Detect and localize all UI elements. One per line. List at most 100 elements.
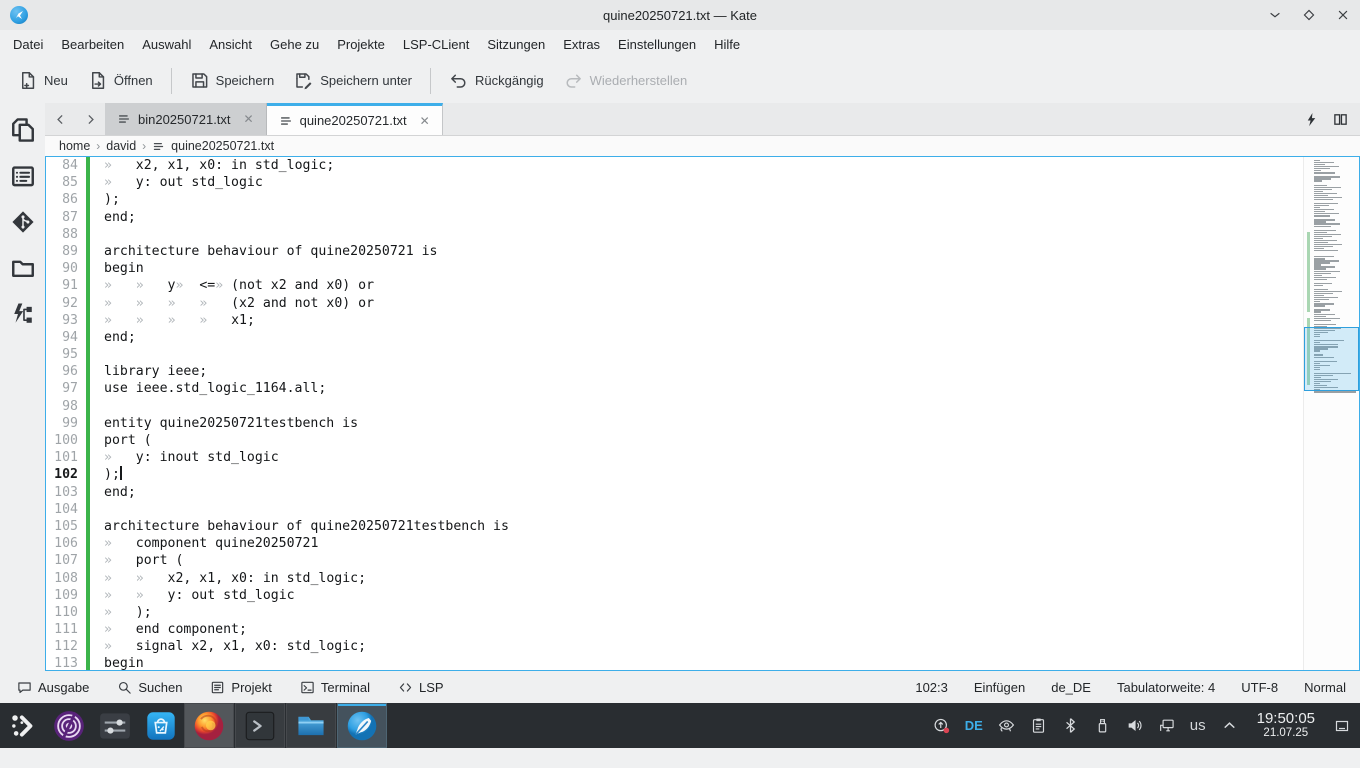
editor-line[interactable]: 104 [46,501,1303,518]
tab-bin20250721-txt[interactable]: bin20250721.txt✕ [105,103,267,135]
quick-open-icon[interactable] [1304,112,1319,127]
edit-mode[interactable]: Normal [1304,680,1346,695]
editor-line[interactable]: 109» » y: out std_logic [46,587,1303,604]
breadcrumb-segment-david[interactable]: david [106,139,136,153]
symbols-icon[interactable] [10,301,36,327]
system-settings-icon[interactable] [92,703,138,748]
tor-browser-icon[interactable] [46,703,92,748]
tab-quine20250721-txt[interactable]: quine20250721.txt✕ [267,103,443,135]
menu-item-ansicht[interactable]: Ansicht [200,33,261,56]
menu-item-auswahl[interactable]: Auswahl [133,33,200,56]
menu-item-hilfe[interactable]: Hilfe [705,33,749,56]
dolphin-task[interactable] [286,703,336,748]
chevron-up-icon[interactable] [1221,717,1238,734]
tab-scroll-right-icon[interactable] [75,103,105,135]
file-list-icon[interactable] [10,163,36,189]
editor-line[interactable]: 85» y: out std_logic [46,174,1303,191]
bluetooth-icon[interactable] [1062,717,1079,734]
speichern-unter-button[interactable]: Speichern unter [284,65,422,96]
minimap-viewport[interactable] [1304,327,1359,391]
editor-line[interactable]: 96library ieee; [46,363,1303,380]
breadcrumb-segment-home[interactable]: home [59,139,90,153]
editor-line[interactable]: 93» » » » x1; [46,312,1303,329]
toolview-ausgabe-button[interactable]: Ausgabe [8,676,98,699]
usb-device-icon[interactable] [1094,717,1111,734]
menu-item-datei[interactable]: Datei [4,33,52,56]
menu-item-extras[interactable]: Extras [554,33,609,56]
input-mode[interactable]: Einfügen [974,680,1025,695]
tab-close-icon[interactable]: ✕ [420,114,430,128]
editor-line[interactable]: 92» » » » (x2 and not x0) or [46,295,1303,312]
editor-line[interactable]: 107» port ( [46,552,1303,569]
menu-item-lsp-client[interactable]: LSP-CLient [394,33,478,56]
menu-item-bearbeiten[interactable]: Bearbeiten [52,33,133,56]
show-desktop-icon[interactable] [1334,718,1350,734]
maximize-icon[interactable] [1302,8,1316,22]
close-icon[interactable] [1336,8,1350,22]
rückgängig-button[interactable]: Rückgängig [439,65,554,96]
menu-item-projekte[interactable]: Projekte [328,33,394,56]
clipboard-icon[interactable] [1030,717,1047,734]
editor-line[interactable]: 111» end component; [46,621,1303,638]
editor-view[interactable]: 84» x2, x1, x0: in std_logic;85» y: out … [45,156,1360,671]
editor-line[interactable]: 88 [46,226,1303,243]
editor-line[interactable]: 99entity quine20250721testbench is [46,415,1303,432]
editor-line[interactable]: 86); [46,191,1303,208]
layout-badge[interactable]: DE [965,718,983,733]
cursor-position[interactable]: 102:3 [915,680,948,695]
minimize-icon[interactable] [1268,8,1282,22]
menu-item-gehe-zu[interactable]: Gehe zu [261,33,328,56]
folder-icon[interactable] [10,255,36,281]
documents-icon[interactable] [10,117,36,143]
tab-close-icon[interactable]: ✕ [244,112,254,126]
tab-scroll-left-icon[interactable] [45,103,75,135]
editor-line[interactable]: 101» y: inout std_logic [46,449,1303,466]
editor-line[interactable]: 90begin [46,260,1303,277]
tab-width[interactable]: Tabulatorweite: 4 [1117,680,1215,695]
editor-line[interactable]: 91» » y» <=» (not x2 and x0) or [46,277,1303,294]
editor-line[interactable]: 98 [46,398,1303,415]
eye-icon[interactable] [998,717,1015,734]
encoding[interactable]: UTF-8 [1241,680,1278,695]
editor-line[interactable]: 95 [46,346,1303,363]
menu-item-einstellungen[interactable]: Einstellungen [609,33,705,56]
network-icon[interactable] [1158,717,1175,734]
toolview-lsp-button[interactable]: LSP [389,676,453,699]
editor-line[interactable]: 89architecture behaviour of quine2025072… [46,243,1303,260]
clock[interactable]: 19:50:05 21.07.25 [1257,711,1315,740]
editor-line[interactable]: 102); [46,466,1303,483]
volume-icon[interactable] [1126,717,1143,734]
konsole-task[interactable] [235,703,285,748]
firefox-task[interactable] [184,703,234,748]
kate-task[interactable] [337,703,387,748]
app-launcher-icon[interactable] [0,703,46,748]
keyboard-layout[interactable]: us [1190,717,1206,734]
editor-line[interactable]: 84» x2, x1, x0: in std_logic; [46,157,1303,174]
speichern-button[interactable]: Speichern [180,65,285,96]
updates-icon[interactable] [933,717,950,734]
folding-margin [90,655,104,670]
editor-line[interactable]: 100port ( [46,432,1303,449]
split-view-icon[interactable] [1333,112,1348,127]
editor-line[interactable]: 113begin [46,655,1303,670]
editor-line[interactable]: 105architecture behaviour of quine202507… [46,518,1303,535]
editor-line[interactable]: 97use ieee.std_logic_1164.all; [46,380,1303,397]
toolview-terminal-button[interactable]: Terminal [291,676,379,699]
editor-line[interactable]: 87end; [46,209,1303,226]
discover-icon[interactable] [138,703,184,748]
toolview-suchen-button[interactable]: Suchen [108,676,191,699]
editor-line[interactable]: 103end; [46,484,1303,501]
editor-line[interactable]: 94end; [46,329,1303,346]
editor-line[interactable]: 112» signal x2, x1, x0: std_logic; [46,638,1303,655]
dictionary[interactable]: de_DE [1051,680,1091,695]
menu-item-sitzungen[interactable]: Sitzungen [478,33,554,56]
editor-line[interactable]: 110» ); [46,604,1303,621]
git-icon[interactable] [10,209,36,235]
breadcrumb-file[interactable]: quine20250721.txt [171,139,274,153]
minimap-scrollbar[interactable] [1303,157,1359,670]
editor-line[interactable]: 106» component quine20250721 [46,535,1303,552]
toolview-projekt-button[interactable]: Projekt [201,676,280,699]
neu-button[interactable]: Neu [8,65,78,96]
editor-line[interactable]: 108» » x2, x1, x0: in std_logic; [46,570,1303,587]
öffnen-button[interactable]: Öffnen [78,65,163,96]
